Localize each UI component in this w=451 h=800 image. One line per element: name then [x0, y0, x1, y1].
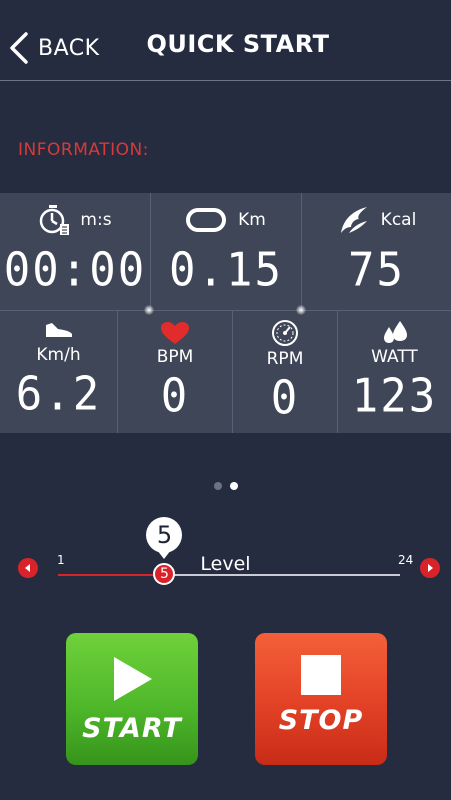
metric-watt: WATT 123 — [338, 311, 451, 433]
metric-calories: Kcal 75 — [302, 193, 451, 310]
metrics-panel: m:s 00:00 Km 0.15 Kcal 75 Km/h 6.2 BPM 0… — [0, 193, 451, 433]
cell-divider — [337, 311, 338, 433]
header-divider — [0, 80, 451, 81]
metric-value: 75 — [348, 243, 405, 298]
metric-value: 0.15 — [169, 243, 283, 298]
metric-unit: Km — [238, 210, 266, 230]
metric-speed: Km/h 6.2 — [0, 311, 117, 433]
heart-icon — [161, 322, 189, 344]
distance-track-icon — [186, 208, 227, 232]
page-indicator — [0, 482, 451, 490]
water-drops-icon — [383, 321, 407, 343]
metric-unit: WATT — [371, 347, 418, 367]
cell-divider — [117, 311, 118, 433]
metric-value: 0 — [160, 369, 190, 424]
metric-unit: Km/h — [36, 345, 81, 365]
cell-divider — [150, 193, 151, 310]
speedometer-icon — [272, 320, 298, 346]
level-max-label: 24 — [398, 553, 414, 567]
level-slider-thumb[interactable]: 5 — [153, 563, 176, 585]
start-label: START — [82, 713, 182, 744]
sneaker-icon — [45, 323, 72, 337]
metric-rpm: RPM 0 — [233, 311, 337, 433]
level-value-bubble: 5 — [146, 517, 183, 553]
metric-unit: BPM — [156, 347, 194, 367]
cell-divider — [301, 193, 302, 310]
calorie-wing-icon — [340, 207, 367, 233]
level-slider: 1 Level 24 5 5 — [0, 515, 451, 595]
metric-time: m:s 00:00 — [0, 193, 150, 310]
metric-unit: m:s — [80, 210, 112, 230]
page-dot[interactable] — [213, 482, 222, 490]
top-bar: BACK QUICK START — [0, 0, 451, 80]
stop-button[interactable]: STOP — [255, 633, 387, 765]
level-label: Level — [200, 553, 251, 575]
level-track[interactable] — [58, 574, 400, 576]
level-increase-button[interactable] — [420, 558, 440, 578]
metric-distance: Km 0.15 — [151, 193, 301, 310]
level-track-fill — [58, 574, 165, 576]
metric-value: 6.2 — [15, 367, 102, 422]
start-button[interactable]: START — [66, 633, 198, 765]
stopwatch-icon — [40, 205, 70, 235]
stop-square-icon — [301, 655, 341, 695]
triangle-right-icon — [428, 564, 433, 572]
page-dot-active[interactable] — [229, 482, 238, 490]
level-bubble-tail — [157, 550, 172, 559]
metric-value: 123 — [351, 369, 438, 424]
play-icon — [114, 657, 152, 701]
metric-heart-rate: BPM 0 — [118, 311, 232, 433]
stop-label: STOP — [278, 705, 364, 736]
cell-divider — [232, 311, 233, 433]
section-label: INFORMATION: — [18, 140, 149, 160]
metric-value: 00:00 — [3, 243, 147, 298]
metric-unit: Kcal — [380, 210, 417, 230]
metric-unit: RPM — [266, 349, 304, 369]
metric-value: 0 — [270, 371, 300, 426]
page-title: QUICK START — [146, 30, 330, 58]
